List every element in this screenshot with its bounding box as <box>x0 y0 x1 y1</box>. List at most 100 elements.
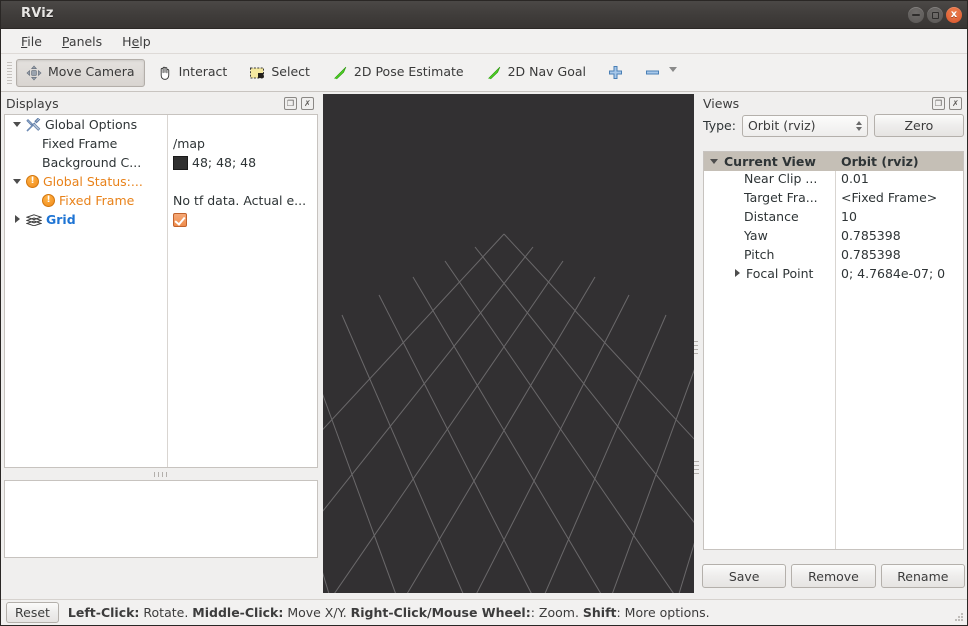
float-panel-icon[interactable]: ❐ <box>284 97 297 110</box>
view-type-value: Orbit (rviz) <box>748 118 816 133</box>
tree-item-label: Global Options <box>45 117 137 132</box>
window-title: RViz <box>21 6 54 21</box>
splitter-grip <box>154 472 168 477</box>
remove-tool-button[interactable] <box>635 59 687 86</box>
status-seg-7: : More options. <box>617 605 710 620</box>
tree-item-value[interactable]: /map <box>173 136 205 151</box>
tool-select-label: Select <box>271 66 310 79</box>
close-panel-icon[interactable]: ✗ <box>949 97 962 110</box>
tree-row[interactable]: ! Fixed Frame No tf data. Actual e... <box>5 191 317 210</box>
3d-viewport[interactable] <box>323 94 694 593</box>
tree-row[interactable]: Background C... 48; 48; 48 <box>5 153 317 172</box>
property-value[interactable]: 0.785398 <box>841 228 901 243</box>
save-view-button[interactable]: Save <box>702 564 786 588</box>
displays-tree[interactable]: Global Options Fixed Frame /map Backgrou… <box>4 114 318 468</box>
status-seg-1: Rotate. <box>139 605 192 620</box>
warning-icon: ! <box>42 194 55 207</box>
rename-view-button[interactable]: Rename <box>881 564 965 588</box>
tool-select[interactable]: Select <box>239 59 320 87</box>
property-value[interactable]: 0.01 <box>841 171 869 186</box>
toolbar-overflow-icon[interactable] <box>669 67 677 72</box>
table-row[interactable]: Near Clip ... 0.01 <box>704 171 963 190</box>
tool-2d-nav-goal[interactable]: 2D Nav Goal <box>476 59 596 87</box>
zero-button[interactable]: Zero <box>874 114 964 137</box>
status-seg-6: Shift <box>583 605 617 620</box>
tool-interact[interactable]: Interact <box>147 59 238 87</box>
color-swatch[interactable] <box>173 156 188 170</box>
tree-row[interactable]: Grid <box>5 210 317 229</box>
views-header-col2: Orbit (rviz) <box>841 154 919 169</box>
displays-splitter[interactable] <box>4 471 318 478</box>
tools-icon <box>26 118 41 132</box>
status-seg-3: Move X/Y. <box>283 605 350 620</box>
menu-help-rest: lp <box>139 34 150 49</box>
tree-item-value: 48; 48; 48 <box>192 155 256 170</box>
minus-icon <box>645 65 660 80</box>
expand-twisty[interactable] <box>733 269 742 278</box>
close-button[interactable]: x <box>946 7 962 23</box>
displays-panel-tools: ❐ ✗ <box>284 97 317 110</box>
property-value[interactable]: <Fixed Frame> <box>841 190 937 205</box>
main-toolbar: Move Camera Interact Select <box>1 54 968 92</box>
hand-icon <box>157 65 173 81</box>
views-left-splitter[interactable] <box>694 461 699 474</box>
views-buttons: Save Remove Rename <box>698 560 968 592</box>
tree-row[interactable]: Fixed Frame /map <box>5 134 317 153</box>
window-titlebar: RViz x <box>1 1 968 29</box>
menubar: File Panels Help <box>1 29 968 54</box>
menu-file-rest: ile <box>27 34 42 49</box>
toolbar-drag-handle[interactable] <box>5 62 13 84</box>
status-seg-2: Middle-Click: <box>192 605 283 620</box>
expand-twisty[interactable] <box>13 215 22 224</box>
float-panel-icon[interactable]: ❐ <box>932 97 945 110</box>
tool-move-camera-label: Move Camera <box>48 66 135 79</box>
window-controls: x <box>908 7 962 23</box>
property-name: Yaw <box>744 228 768 243</box>
view-type-select[interactable]: Orbit (rviz) <box>742 115 868 137</box>
views-panel: Views ❐ ✗ Type: Orbit (rviz) Zero Curren… <box>698 92 968 560</box>
menu-panels[interactable]: Panels <box>52 32 112 51</box>
green-arrow-icon <box>486 65 502 81</box>
enable-checkbox[interactable] <box>173 213 187 227</box>
warning-icon: ! <box>26 175 39 188</box>
tool-2d-pose-estimate[interactable]: 2D Pose Estimate <box>322 59 474 87</box>
property-value[interactable]: 0; 4.7684e-07; 0 <box>841 266 945 281</box>
table-row[interactable]: Distance 10 <box>704 209 963 228</box>
views-panel-title: Views <box>703 96 739 111</box>
table-row[interactable]: Yaw 0.785398 <box>704 228 963 247</box>
tree-row[interactable]: Global Options <box>5 115 317 134</box>
expand-twisty[interactable] <box>13 120 22 129</box>
table-row[interactable]: Target Fra... <Fixed Frame> <box>704 190 963 209</box>
view-properties-table[interactable]: Current View Orbit (rviz) Near Clip ... … <box>703 151 964 550</box>
display-help-box <box>4 480 318 558</box>
tree-item-label: Fixed Frame <box>59 193 134 208</box>
tree-row[interactable]: ! Global Status:... <box>5 172 317 191</box>
reset-button[interactable]: Reset <box>6 602 59 623</box>
remove-view-button[interactable]: Remove <box>791 564 875 588</box>
menu-file[interactable]: File <box>11 32 52 51</box>
tree-item-label: Fixed Frame <box>42 136 117 151</box>
tool-move-camera[interactable]: Move Camera <box>16 59 145 87</box>
views-table-header: Current View Orbit (rviz) <box>704 152 963 171</box>
property-name: Target Fra... <box>744 190 818 205</box>
menu-help[interactable]: Help <box>112 32 161 51</box>
tool-2d-pose-estimate-label: 2D Pose Estimate <box>354 66 464 79</box>
resize-grip[interactable] <box>953 611 965 623</box>
menu-help-h: H <box>122 34 131 49</box>
property-name: Distance <box>744 209 799 224</box>
grid-render <box>323 94 694 593</box>
menu-panels-rest: anels <box>69 34 102 49</box>
property-value[interactable]: 10 <box>841 209 857 224</box>
close-panel-icon[interactable]: ✗ <box>301 97 314 110</box>
property-value[interactable]: 0.785398 <box>841 247 901 262</box>
expand-twisty[interactable] <box>710 157 719 166</box>
table-row[interactable]: Pitch 0.785398 <box>704 247 963 266</box>
tool-interact-label: Interact <box>179 66 228 79</box>
table-row[interactable]: Focal Point 0; 4.7684e-07; 0 <box>704 266 963 285</box>
minimize-button[interactable] <box>908 7 924 23</box>
add-tool-button[interactable] <box>598 59 633 86</box>
expand-twisty[interactable] <box>13 177 22 186</box>
maximize-button[interactable] <box>927 7 943 23</box>
views-panel-tools: ❐ ✗ <box>932 97 965 110</box>
tool-2d-nav-goal-label: 2D Nav Goal <box>508 66 586 79</box>
